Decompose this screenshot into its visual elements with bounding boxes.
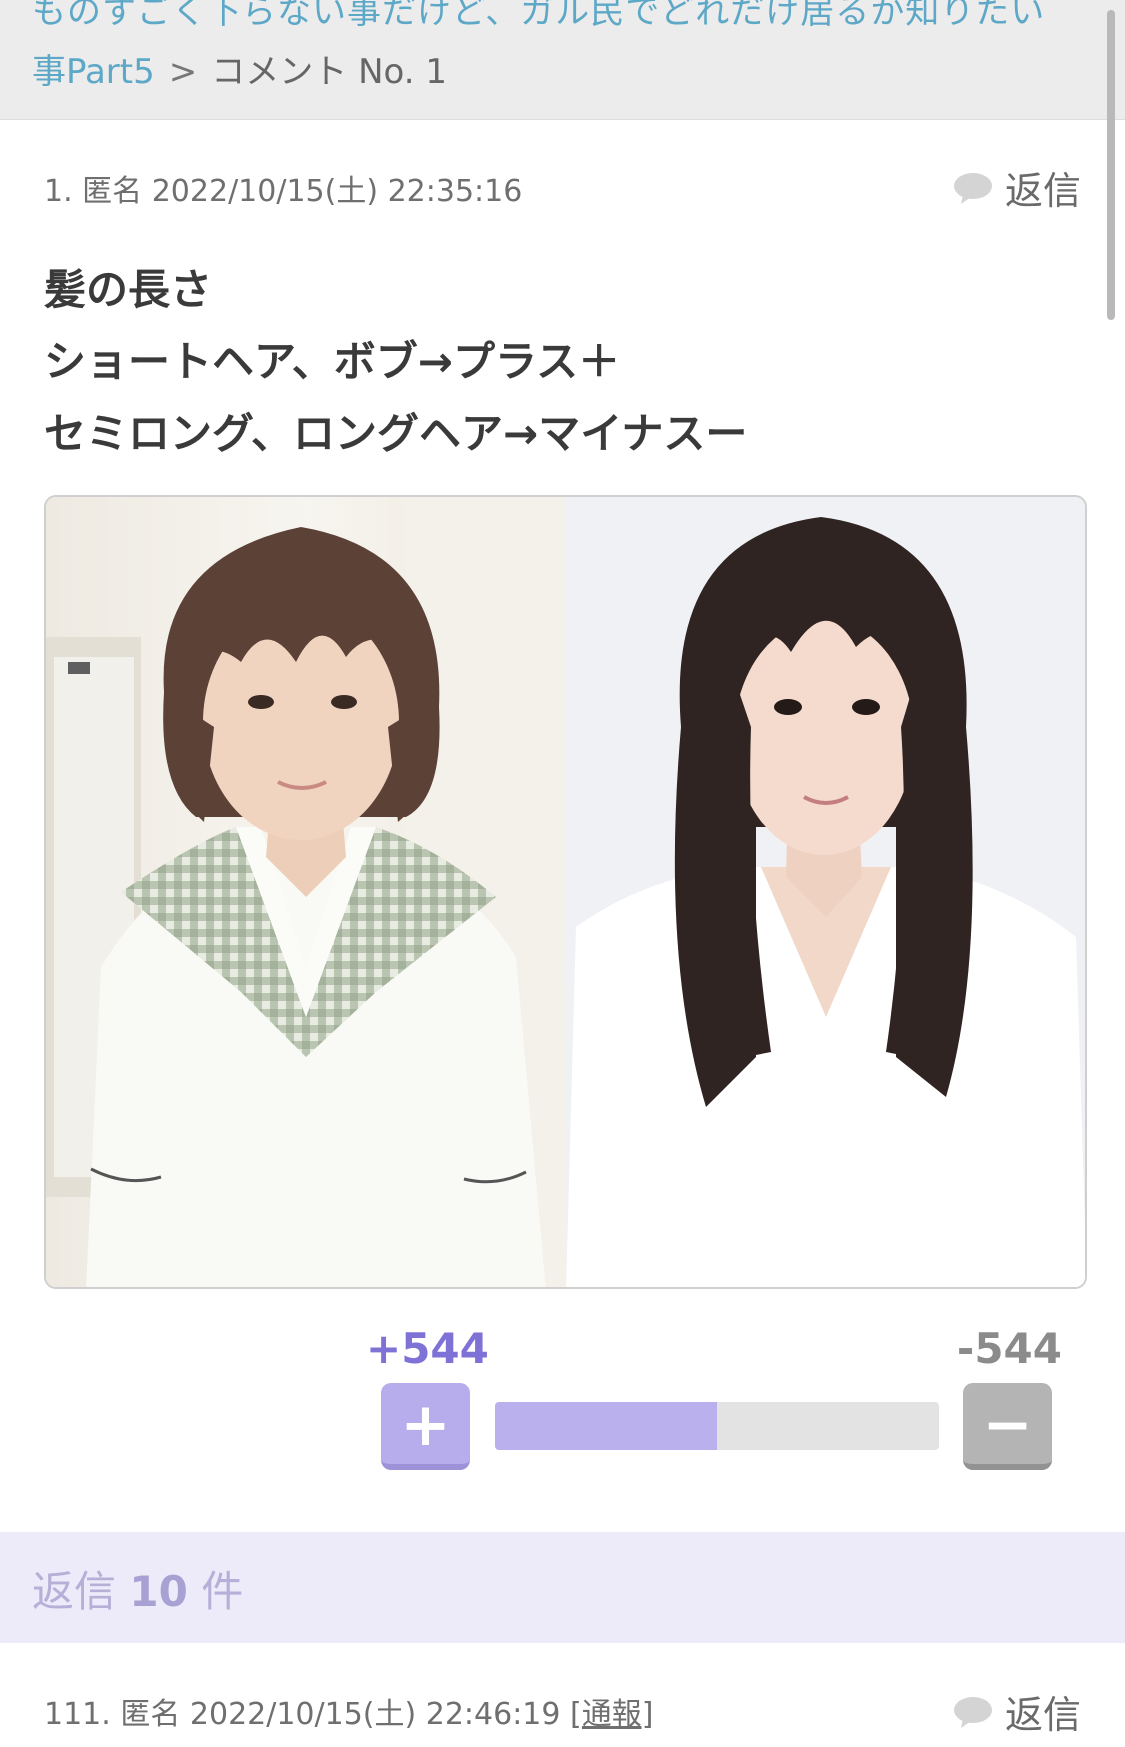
comment-body: 髪の長さ ショートヘア、ボブ→プラス＋ セミロング、ロングヘア→マイナスー	[44, 254, 747, 470]
comment-author: 匿名	[120, 1697, 181, 1732]
comment-datetime: 2022/10/15(土) 22:35:16	[151, 174, 523, 209]
reply-button[interactable]: 返信	[953, 1684, 1081, 1739]
breadcrumb-current: コメント No. 1	[211, 52, 447, 92]
vote-ratio-fill	[495, 1402, 717, 1450]
scrollbar[interactable]	[1107, 10, 1115, 320]
short-bob-hair-photo	[46, 497, 566, 1287]
replies-count-text: 返信 10 件	[32, 1558, 243, 1619]
plus-vote-count: +544	[366, 1324, 489, 1373]
breadcrumb-topic-link-line2[interactable]: 事Part5	[32, 52, 155, 92]
long-hair-photo	[565, 497, 1085, 1287]
replies-bar[interactable]: 返信 10 件	[0, 1532, 1125, 1643]
breadcrumb-separator: >	[168, 52, 198, 92]
comment-author: 匿名	[82, 174, 143, 209]
speech-bubble-icon	[953, 1696, 992, 1728]
report-link[interactable]: [通報]	[570, 1697, 653, 1732]
comment-header: 1. 匿名 2022/10/15(土) 22:35:16	[44, 166, 522, 210]
comment-image[interactable]	[44, 495, 1087, 1289]
comment-body-line: 髪の長さ	[44, 265, 213, 314]
comment-number: 111.	[44, 1697, 111, 1732]
minus-vote-button[interactable]: −	[963, 1383, 1052, 1470]
comment-header: 111. 匿名 2022/10/15(土) 22:46:19 [通報]	[44, 1689, 653, 1733]
speech-bubble-icon	[953, 172, 992, 204]
breadcrumb: ものすごく下らない事だけど、ガル民でどれだけ居るか知りたい 事Part5 > コメン…	[0, 0, 1125, 120]
breadcrumb-line2: 事Part5 > コメント No. 1	[32, 44, 447, 93]
breadcrumb-topic-link-line1[interactable]: ものすごく下らない事だけど、ガル民でどれだけ居るか知りたい	[32, 0, 1045, 33]
comment-body-line: ショートヘア、ボブ→プラス＋	[44, 337, 621, 386]
reply-label: 返信	[1004, 169, 1081, 213]
comment-body-line: セミロング、ロングヘア→マイナスー	[44, 409, 748, 458]
replies-prefix: 返信	[32, 1567, 117, 1616]
comment-number: 1.	[44, 174, 73, 209]
replies-count: 10	[129, 1567, 188, 1616]
reply-label: 返信	[1004, 1693, 1081, 1737]
comment-datetime: 2022/10/15(土) 22:46:19	[189, 1697, 561, 1732]
reply-button[interactable]: 返信	[953, 160, 1081, 215]
replies-suffix: 件	[201, 1567, 244, 1616]
plus-vote-button[interactable]: +	[381, 1383, 470, 1470]
vote-ratio-bar	[495, 1402, 939, 1450]
minus-vote-count: -544	[956, 1324, 1062, 1373]
